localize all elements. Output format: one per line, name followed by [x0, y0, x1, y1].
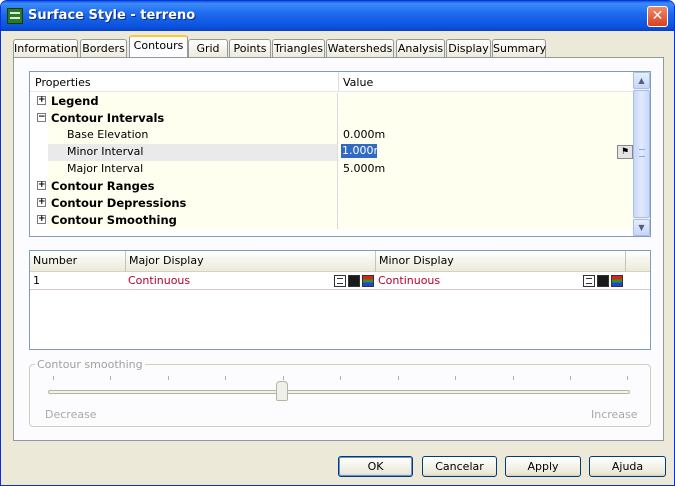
expand-icon[interactable]: + [37, 181, 46, 190]
property-label: Major Interval [67, 162, 144, 175]
property-label: Base Elevation [67, 128, 149, 141]
tab-borders[interactable]: Borders [80, 39, 127, 58]
property-label: Minor Interval [67, 145, 144, 158]
pick-from-drawing-icon[interactable]: ⚑ [617, 145, 633, 159]
close-button[interactable]: ✕ [647, 6, 668, 27]
help-button[interactable]: Ajuda [589, 456, 666, 477]
lineweight-icon[interactable] [348, 275, 360, 287]
tab-watersheds[interactable]: Watersheds [326, 39, 394, 58]
scroll-down-icon[interactable]: ▼ [633, 219, 650, 236]
smoothing-slider-track[interactable] [48, 390, 630, 394]
property-row-major-interval[interactable]: Major Interval 5.000m [30, 161, 634, 178]
increase-label: Increase [591, 408, 638, 421]
major-display-column-header[interactable]: Major Display [126, 251, 376, 272]
major-display-swatches[interactable] [334, 275, 376, 287]
minor-display-column-header[interactable]: Minor Display [376, 251, 626, 272]
minor-interval-input[interactable]: 1.000m [341, 144, 384, 158]
scroll-thumb[interactable] [633, 90, 650, 218]
linetype-icon[interactable] [334, 275, 346, 287]
tab-summary[interactable]: Summary [492, 39, 546, 58]
collapse-icon[interactable]: − [37, 113, 46, 122]
major-linetype[interactable]: Continuous [128, 273, 190, 289]
tab-contours[interactable]: Contours [129, 35, 188, 57]
decrease-label: Decrease [45, 408, 97, 421]
property-row-legend[interactable]: + Legend [30, 93, 634, 110]
cancel-button[interactable]: Cancelar [422, 456, 497, 477]
linetype-icon[interactable] [583, 275, 595, 287]
expand-icon[interactable]: + [37, 198, 46, 207]
tab-analysis[interactable]: Analysis [396, 39, 445, 58]
apply-button[interactable]: Apply [505, 456, 581, 477]
row-number: 1 [33, 274, 40, 287]
expand-icon[interactable]: + [37, 215, 46, 224]
tab-information[interactable]: Information [13, 39, 78, 58]
property-row-base-elevation[interactable]: Base Elevation 0.000m [30, 127, 634, 144]
category-label: Contour Depressions [51, 196, 187, 210]
display-list-header: Number Major Display Minor Display [30, 251, 650, 272]
property-row-contour-ranges[interactable]: + Contour Ranges [30, 178, 634, 195]
tab-points[interactable]: Points [229, 39, 271, 58]
property-row-contour-smoothing[interactable]: + Contour Smoothing [30, 212, 634, 229]
category-label: Contour Intervals [51, 111, 165, 125]
contour-smoothing-title: Contour smoothing [35, 358, 145, 371]
major-interval-value[interactable]: 5.000m [343, 162, 385, 175]
tab-display[interactable]: Display [446, 39, 491, 58]
properties-column-header: Properties [35, 76, 91, 89]
color-icon[interactable] [611, 275, 623, 287]
dialog-window: Surface Style - terreno ✕ Information Bo… [0, 0, 675, 486]
lineweight-icon[interactable] [597, 275, 609, 287]
scroll-up-icon[interactable]: ▲ [633, 72, 650, 89]
title-bar: Surface Style - terreno ✕ [1, 1, 674, 31]
surface-style-icon [7, 8, 23, 24]
category-label: Contour Ranges [51, 179, 155, 193]
property-grid[interactable]: Properties Value + Legend − Contour Inte… [29, 71, 651, 237]
property-grid-header: Properties Value [30, 72, 634, 92]
property-row-contour-intervals[interactable]: − Contour Intervals [30, 110, 634, 127]
contour-smoothing-group [29, 364, 651, 427]
category-label: Legend [51, 94, 99, 108]
number-column-header[interactable]: Number [30, 251, 126, 272]
display-list[interactable]: Number Major Display Minor Display 1 Con… [29, 250, 651, 350]
property-row-contour-depressions[interactable]: + Contour Depressions [30, 195, 634, 212]
category-label: Contour Smoothing [51, 213, 177, 227]
window-title: Surface Style - terreno [28, 8, 196, 23]
minor-display-swatches[interactable] [583, 275, 625, 287]
property-grid-scrollbar[interactable]: ▲ ▼ [633, 72, 650, 236]
property-row-minor-interval[interactable]: Minor Interval 1.000m ⚑ [30, 144, 634, 161]
smoothing-slider-thumb[interactable] [276, 381, 288, 401]
value-column-header: Value [343, 76, 374, 89]
tab-triangles[interactable]: Triangles [272, 39, 325, 58]
color-icon[interactable] [362, 275, 374, 287]
expand-icon[interactable]: + [37, 96, 46, 105]
table-row[interactable]: 1 Continuous Continuous [30, 273, 650, 290]
ok-button[interactable]: OK [338, 456, 413, 477]
base-elevation-value[interactable]: 0.000m [343, 128, 385, 141]
minor-linetype[interactable]: Continuous [378, 273, 440, 289]
tab-grid[interactable]: Grid [188, 39, 228, 58]
